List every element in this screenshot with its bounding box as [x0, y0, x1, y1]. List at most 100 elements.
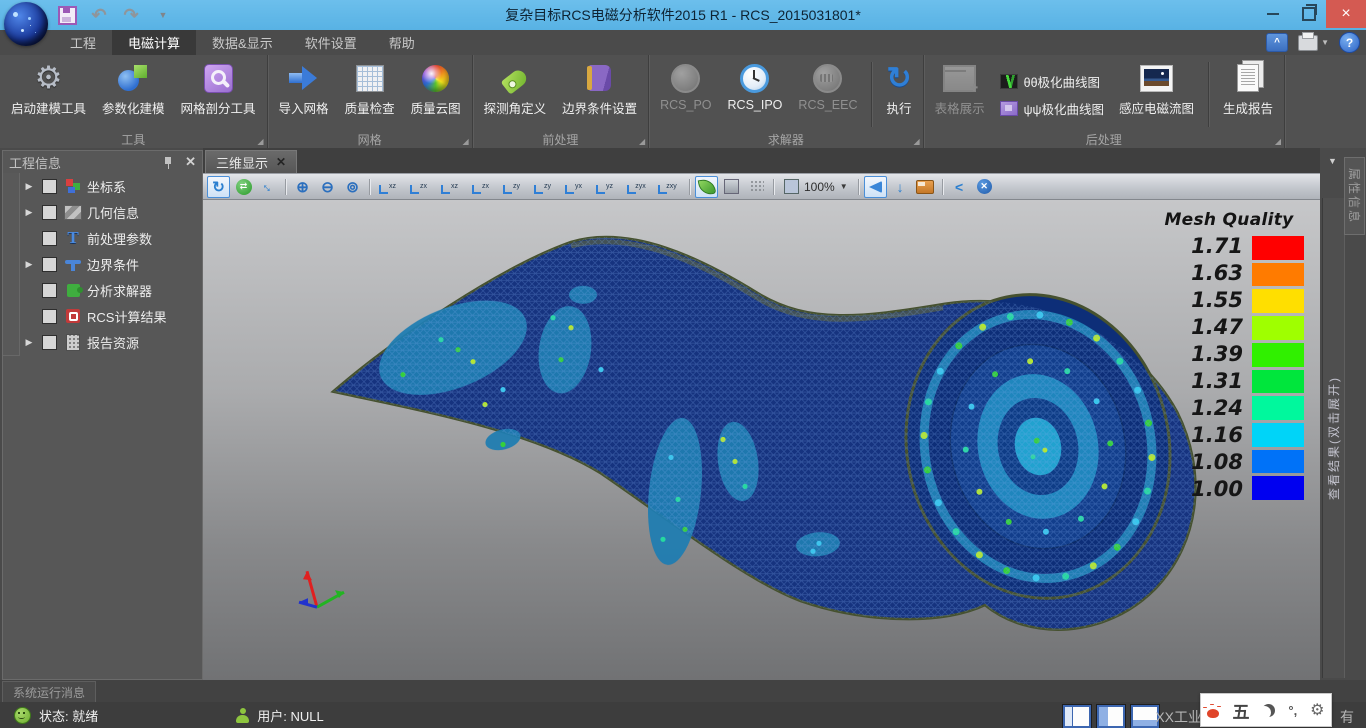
induced-current-button[interactable]: 感应电磁流图	[1112, 58, 1201, 131]
collapse-ribbon-button[interactable]: ^	[1266, 33, 1288, 52]
tabbar-overflow-caret-icon[interactable]: ▼	[1328, 156, 1337, 166]
results-panel-tab[interactable]: 查看结果(双击展开)	[1322, 198, 1345, 678]
parametric-model-button[interactable]: 参数化建模	[95, 58, 172, 131]
group-expand-icon[interactable]: ◢	[913, 138, 919, 146]
tree-checkbox[interactable]	[42, 335, 57, 350]
psi-curve-button[interactable]: ψψ极化曲线图	[994, 97, 1110, 120]
view-orientation-button-xz[interactable]: xz	[375, 176, 405, 198]
tree-checkbox[interactable]	[42, 309, 57, 324]
mesh-partition-button[interactable]: 网格剖分工具	[174, 58, 263, 131]
expand-arrow-icon[interactable]: ▶	[20, 259, 38, 270]
wireframe-mode-button[interactable]	[720, 176, 743, 198]
group-expand-icon[interactable]: ◢	[257, 138, 263, 146]
pan-view-button[interactable]: ↔	[257, 176, 280, 198]
ime-mode-button[interactable]: 五	[1232, 698, 1249, 723]
grid-mode-button[interactable]	[745, 176, 768, 198]
tree-checkbox[interactable]	[42, 205, 57, 220]
tree-checkbox[interactable]	[42, 179, 57, 194]
theta-curve-button[interactable]: θθ极化曲线图	[994, 70, 1110, 93]
ribbon-group-buttons: 探测角定义边界条件设置	[473, 55, 649, 131]
view-orientation-button-zx[interactable]: zx	[406, 176, 436, 198]
tab-close-icon[interactable]: ✕	[276, 155, 286, 169]
quality-cloud-button[interactable]: 质量云图	[404, 58, 468, 131]
rcs-ipo-button[interactable]: RCS_IPO	[721, 58, 790, 131]
probe-angle-button[interactable]: 探测角定义	[477, 58, 554, 131]
screenshot-button[interactable]	[914, 176, 937, 198]
shaded-mode-button[interactable]	[695, 176, 718, 198]
clip-plane-button[interactable]	[864, 176, 887, 198]
parametric-model-icon	[117, 64, 149, 92]
pin-icon[interactable]	[164, 156, 173, 169]
print-tool-button[interactable]: ▼	[1298, 35, 1329, 51]
expand-arrow-icon[interactable]: ▶	[20, 337, 38, 348]
system-messages-tab[interactable]: 系统运行消息	[2, 681, 96, 703]
tree-item-RCS计算结果[interactable]: RCS计算结果	[3, 303, 202, 329]
tab-3d-display[interactable]: 三维显示 ✕	[205, 150, 297, 173]
zoom-out-button[interactable]: ⊖	[316, 176, 339, 198]
close-button[interactable]: ×	[1326, 0, 1366, 28]
menu-tab-数据&显示[interactable]: 数据&显示	[196, 30, 289, 55]
rotate-view-button[interactable]: ↻	[207, 176, 230, 198]
expand-arrow-icon[interactable]: ▶	[20, 181, 38, 192]
geometry-info-icon	[64, 205, 82, 220]
expand-arrow-icon[interactable]: ▶	[20, 207, 38, 218]
layout-left-filled-button[interactable]	[1097, 705, 1125, 728]
import-mesh-button[interactable]: 导入网格	[272, 58, 336, 131]
menu-tab-工程[interactable]: 工程	[54, 30, 112, 55]
delete-view-button[interactable]: ✕	[973, 176, 996, 198]
ime-settings-icon[interactable]: ⚙	[1310, 700, 1324, 720]
3d-canvas[interactable]: Mesh Quality 1.711.631.551.471.391.311.2…	[203, 200, 1320, 680]
view-orientation-button-yx[interactable]: yx	[561, 176, 591, 198]
status-bar: 状态: 就绪 用户: NULL XX工业 有 五 °, ⚙	[0, 702, 1366, 728]
properties-panel-tab[interactable]: 属性信息	[1344, 157, 1365, 235]
export-down-button[interactable]: ↓	[889, 176, 912, 198]
tree-item-前处理参数[interactable]: 前处理参数	[3, 225, 202, 251]
ime-punctuation-button[interactable]: °,	[1288, 703, 1297, 718]
view-orientation-button-xz[interactable]: xz	[437, 176, 467, 198]
menu-tab-软件设置[interactable]: 软件设置	[289, 30, 373, 55]
execute-button[interactable]: 执行	[879, 58, 918, 131]
view-orientation-button-zyx[interactable]: zyx	[623, 176, 653, 198]
zoom-fit-button[interactable]: ⊚	[341, 176, 364, 198]
viewport-column: 三维显示 ✕ ↻ ⇄ ↔ ⊕ ⊖ ⊚ xzzxxzzxzyzyyxyzzyxzx…	[203, 148, 1320, 680]
tree-item-label: RCS计算结果	[87, 307, 166, 326]
tree-checkbox[interactable]	[42, 231, 57, 246]
group-expand-icon[interactable]: ◢	[462, 138, 468, 146]
restore-button[interactable]	[1292, 0, 1326, 28]
view-orientation-button-zy[interactable]: zy	[499, 176, 529, 198]
boundary-condition-button[interactable]: 边界条件设置	[555, 58, 644, 131]
tree-checkbox[interactable]	[42, 283, 57, 298]
help-button[interactable]: ?	[1339, 32, 1360, 53]
view-orientation-button-zy[interactable]: zy	[530, 176, 560, 198]
share-button[interactable]: <	[948, 176, 971, 198]
zoom-in-button[interactable]: ⊕	[291, 176, 314, 198]
solver-icon	[67, 284, 80, 297]
group-expand-icon[interactable]: ◢	[639, 138, 645, 146]
panel-close-icon[interactable]: ✕	[185, 154, 196, 170]
tree-item-报告资源[interactable]: ▶报告资源	[3, 329, 202, 355]
tree-item-边界条件[interactable]: ▶边界条件	[3, 251, 202, 277]
view-orientation-button-zx[interactable]: zx	[468, 176, 498, 198]
menu-tab-帮助[interactable]: 帮助	[373, 30, 431, 55]
zoom-level-control[interactable]: 100% ▼	[779, 179, 853, 194]
ime-logo-icon[interactable]	[1207, 709, 1219, 718]
view-orientation-button-zxy[interactable]: zxy	[654, 176, 684, 198]
generate-report-button[interactable]: 生成报告	[1216, 58, 1280, 131]
tree-item-几何信息[interactable]: ▶几何信息	[3, 199, 202, 225]
modeler-gear-button[interactable]: 启动建模工具	[4, 58, 93, 131]
minimize-button[interactable]	[1256, 0, 1290, 28]
legend-colorbar	[1252, 236, 1304, 500]
app-logo-icon[interactable]	[4, 2, 48, 46]
tree-item-分析求解器[interactable]: 分析求解器	[3, 277, 202, 303]
orbit-view-button[interactable]: ⇄	[232, 176, 255, 198]
group-expand-icon[interactable]: ◢	[1275, 138, 1281, 146]
tree-item-坐标系[interactable]: ▶坐标系	[3, 173, 202, 199]
quality-check-button[interactable]: 质量检查	[338, 58, 402, 131]
tree-checkbox[interactable]	[42, 257, 57, 272]
layout-left-panel-button[interactable]	[1063, 705, 1091, 728]
menu-tab-电磁计算[interactable]: 电磁计算	[112, 30, 196, 55]
ime-night-mode-icon[interactable]	[1262, 704, 1275, 717]
legend-band	[1252, 476, 1304, 500]
view-orientation-button-yz[interactable]: yz	[592, 176, 622, 198]
ribbon-group-caption: 前处理◢	[473, 131, 649, 148]
